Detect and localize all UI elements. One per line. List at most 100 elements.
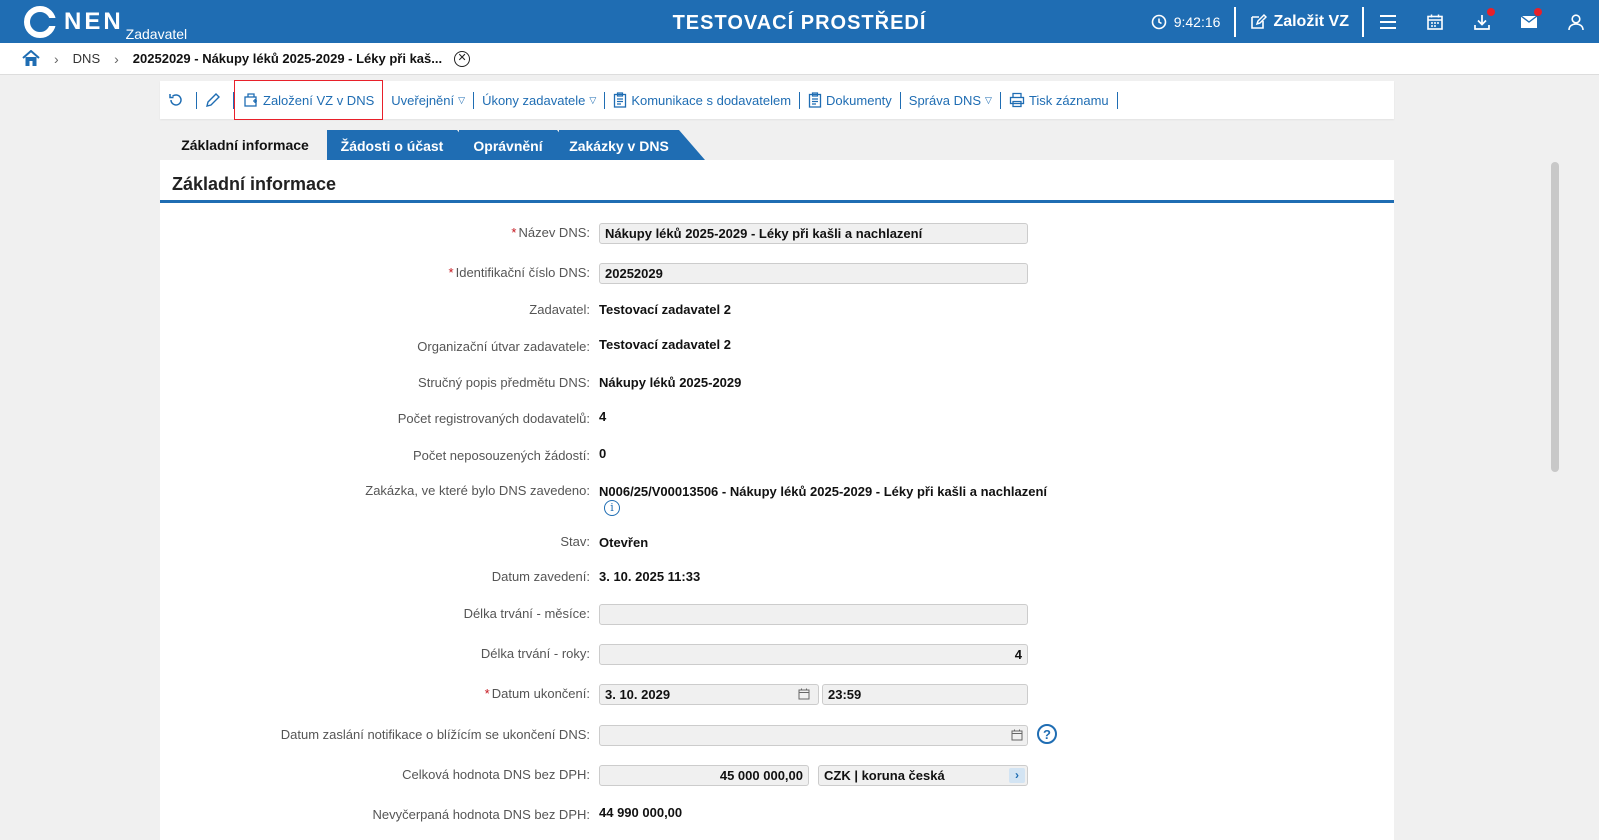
logo-subtitle: Zadavatel	[125, 26, 188, 42]
dropdown-triangle-icon: ▽	[985, 94, 992, 105]
total-value-label: Celková hodnota DNS bez DPH:	[402, 767, 590, 782]
status-label: Stav:	[560, 534, 590, 549]
established-date-label: Datum zavedení:	[491, 569, 590, 584]
download-button[interactable]	[1458, 0, 1505, 43]
user-button[interactable]	[1552, 0, 1599, 43]
manage-dns-menu[interactable]: Správa DNS ▽	[901, 81, 1000, 119]
section-title: Základní informace	[160, 160, 1394, 203]
status-value: Otevřen	[599, 535, 649, 550]
breadcrumb: › DNS › 20252029 - Nákupy léků 2025-2029…	[0, 43, 1599, 75]
refresh-icon	[169, 94, 182, 106]
create-vz-in-dns-button[interactable]: Založení VZ v DNS	[234, 80, 384, 120]
manage-dns-label: Správa DNS	[908, 92, 982, 108]
menu-icon	[1379, 14, 1396, 29]
document-icon	[808, 92, 822, 108]
calendar-icon[interactable]	[798, 688, 810, 700]
home-icon	[22, 50, 40, 66]
duration-months-label: Délka trvání - měsíce:	[463, 606, 590, 621]
currency-select[interactable]: CZK | koruna česká ›	[818, 765, 1028, 786]
registered-suppliers-value: 4	[599, 409, 607, 424]
description-value: Nákupy léků 2025-2029	[599, 375, 742, 390]
notification-date-label: Datum zaslání notifikace o blížícím se u…	[280, 727, 590, 742]
dns-name-field[interactable]: Nákupy léků 2025-2029 - Léky při kašli a…	[599, 223, 1028, 244]
tab-dns-contracts[interactable]: Zakázky v DNS	[559, 130, 705, 160]
edit-icon	[1251, 13, 1268, 29]
help-icon[interactable]: ?	[1037, 724, 1057, 744]
documents-label: Dokumenty	[826, 92, 892, 108]
user-icon	[1567, 13, 1584, 30]
breadcrumb-current: 20252029 - Nákupy léků 2025-2029 - Léky …	[132, 51, 443, 66]
contracting-acts-menu[interactable]: Úkony zadavatele ▽	[474, 81, 604, 119]
origin-contract-value: N006/25/V00013506 - Nákupy léků 2025-202…	[599, 484, 1048, 499]
clipboard-icon	[614, 92, 627, 108]
duration-years-field[interactable]: 4	[599, 644, 1028, 665]
tab-participation-requests[interactable]: Žádosti o účast	[327, 130, 483, 160]
logo-text: NEN	[64, 8, 124, 35]
home-link[interactable]	[22, 50, 40, 67]
registered-suppliers-label: Počet registrovaných dodavatelů:	[397, 411, 590, 426]
menu-button[interactable]	[1364, 0, 1411, 43]
total-value-field[interactable]: 45 000 000,00	[599, 765, 809, 786]
close-icon[interactable]: ✕	[454, 50, 471, 67]
dropdown-triangle-icon: ▽	[589, 94, 597, 105]
required-marker: *	[511, 225, 517, 240]
info-icon[interactable]: i	[604, 500, 620, 516]
documents-button[interactable]: Dokumenty	[800, 81, 900, 119]
create-contract-icon	[244, 93, 257, 107]
session-time: 9:42:16	[1173, 13, 1221, 30]
org-unit-value: Testovací zadavatel 2	[599, 337, 731, 352]
top-bar: NEN Zadavatel TESTOVACÍ PROSTŘEDÍ 9:42:1…	[0, 0, 1599, 43]
currency-value: CZK | koruna česká	[824, 768, 945, 783]
calendar-icon[interactable]	[1011, 729, 1023, 741]
refresh-button[interactable]	[160, 81, 196, 119]
description-label: Stručný popis předmětu DNS:	[418, 375, 590, 390]
contracting-label: Zadavatel:	[529, 302, 590, 317]
duration-years-label: Délka trvání - roky:	[480, 646, 590, 661]
publish-label: Uveřejnění	[391, 92, 455, 108]
toolbar-divider	[1116, 91, 1118, 109]
create-vz-button[interactable]: Založit VZ	[1236, 13, 1362, 31]
publish-menu[interactable]: Uveřejnění ▽	[383, 81, 473, 119]
breadcrumb-dns[interactable]: DNS	[73, 51, 100, 66]
messages-button[interactable]	[1505, 0, 1552, 43]
calendar-icon	[1426, 14, 1443, 30]
tab-basic-info[interactable]: Základní informace	[160, 130, 330, 160]
session-clock: 9:42:16	[1137, 14, 1235, 30]
pencil-icon	[206, 93, 220, 107]
required-marker: *	[448, 265, 454, 280]
download-notification-dot	[1487, 8, 1495, 16]
messages-notification-dot	[1534, 8, 1542, 16]
unassessed-requests-label: Počet neposouzených žádostí:	[412, 448, 590, 463]
main-panel: Základní informace * Název DNS: Nákupy lé…	[160, 160, 1394, 840]
origin-contract-label: Zakázka, ve které bylo DNS zavedeno:	[365, 483, 590, 498]
tab-bar: Základní informace Žádosti o účast Opráv…	[160, 130, 1394, 160]
remaining-value: 44 990 000,00	[599, 805, 683, 820]
duration-months-field[interactable]	[599, 604, 1028, 625]
print-record-label: Tisk záznamu	[1028, 92, 1109, 108]
edit-button[interactable]	[197, 81, 233, 119]
nen-logo[interactable]: NEN Zadavatel	[24, 6, 187, 42]
tab-permissions[interactable]: Oprávnění	[459, 130, 583, 160]
chevron-right-icon: ›	[114, 50, 119, 67]
clock-icon	[1151, 14, 1167, 29]
org-unit-label: Organizační útvar zadavatele:	[417, 339, 590, 354]
contracting-value: Testovací zadavatel 2	[599, 302, 731, 317]
established-date-value: 3. 10. 2025 11:33	[599, 569, 701, 584]
scrollbar-thumb[interactable]	[1551, 162, 1559, 472]
end-date-value: 3. 10. 2029	[605, 687, 671, 702]
dns-id-field[interactable]: 20252029	[599, 263, 1028, 284]
calendar-button[interactable]	[1411, 0, 1458, 43]
chevron-right-icon[interactable]: ›	[1009, 768, 1025, 783]
supplier-communication-button[interactable]: Komunikace s dodavatelem	[605, 81, 799, 119]
action-toolbar: Založení VZ v DNS Uveřejnění ▽ Úkony zada…	[160, 80, 1394, 120]
dropdown-triangle-icon: ▽	[458, 94, 466, 105]
notification-date-field[interactable]	[599, 725, 1028, 746]
end-time-field[interactable]: 23:59	[822, 684, 1028, 705]
end-date-field[interactable]: 3. 10. 2029	[599, 684, 819, 705]
id-label: * Identifikační číslo DNS:	[448, 265, 590, 280]
create-vz-label: Založit VZ	[1273, 12, 1349, 30]
name-label: * Název DNS:	[511, 225, 590, 240]
print-record-button[interactable]: Tisk záznamu	[1001, 81, 1117, 119]
header-actions: 9:42:16 Založit VZ	[1137, 0, 1599, 43]
required-marker: *	[484, 686, 490, 701]
